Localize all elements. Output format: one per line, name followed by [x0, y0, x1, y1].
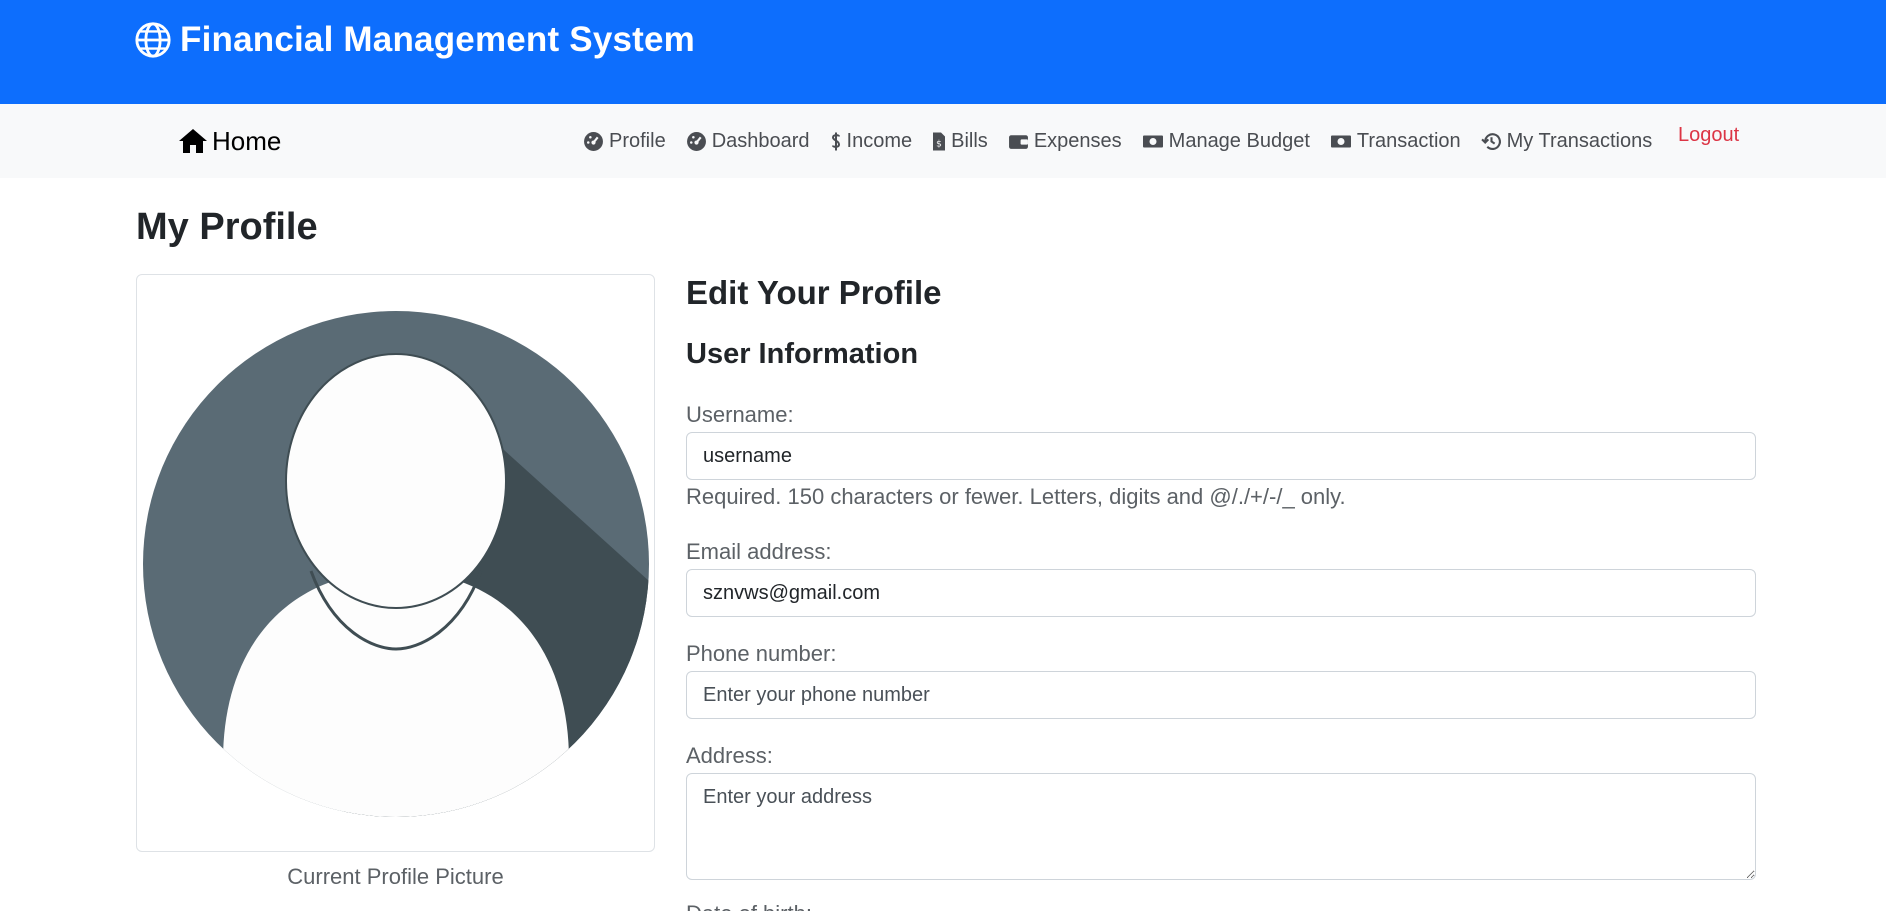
- address-textarea[interactable]: [686, 773, 1756, 880]
- nav-item-profile[interactable]: Profile: [583, 130, 666, 153]
- profile-avatar-image: [143, 311, 649, 817]
- receipt-icon: $: [933, 132, 946, 150]
- nav-item-label: My Transactions: [1506, 129, 1653, 152]
- phone-input[interactable]: [686, 671, 1756, 719]
- username-label: Username:: [686, 402, 794, 427]
- money-bill-icon: [1330, 135, 1351, 147]
- nav-item-label: Transaction: [1356, 129, 1461, 152]
- phone-label: Phone number:: [686, 641, 837, 666]
- email-input[interactable]: [686, 569, 1756, 617]
- brand[interactable]: Financial Management System: [134, 18, 695, 62]
- globe-icon: [135, 22, 171, 58]
- svg-text:$: $: [936, 139, 942, 149]
- nav-item-dashboard[interactable]: Dashboard: [686, 130, 810, 153]
- nav-item-label: Profile: [609, 129, 666, 152]
- nav-home-link[interactable]: Home: [178, 122, 281, 160]
- navbar: Home Profile Dashboard Income $ Bills Ex…: [0, 104, 1886, 178]
- profile-picture-card: [136, 274, 655, 852]
- history-icon: [1480, 132, 1501, 150]
- nav-item-income[interactable]: Income: [830, 129, 913, 153]
- nav-item-label: Dashboard: [711, 129, 810, 152]
- user-information-heading: User Information: [686, 338, 919, 370]
- address-label: Address:: [686, 743, 773, 768]
- nav-item-label: Manage Budget: [1168, 129, 1310, 152]
- username-input[interactable]: [686, 432, 1756, 480]
- dob-label: Date of birth:: [686, 901, 812, 911]
- nav-items: Profile Dashboard Income $ Bills Expense…: [583, 122, 1672, 160]
- nav-home-label: Home: [212, 125, 282, 156]
- wallet-icon: [1008, 134, 1028, 149]
- email-label: Email address:: [686, 539, 832, 564]
- nav-item-transaction[interactable]: Transaction: [1330, 130, 1461, 153]
- dollar-icon: [831, 132, 840, 150]
- edit-profile-title: Edit Your Profile: [686, 274, 942, 311]
- logout-link[interactable]: Logout: [1678, 124, 1739, 147]
- nav-item-my-transactions[interactable]: My Transactions: [1480, 129, 1653, 153]
- nav-item-label: Expenses: [1033, 129, 1122, 152]
- profile-picture-caption: Current Profile Picture: [287, 864, 504, 889]
- nav-item-manage-budget[interactable]: Manage Budget: [1142, 130, 1310, 153]
- nav-item-label: Income: [846, 129, 913, 152]
- nav-item-bills[interactable]: $ Bills: [932, 130, 988, 153]
- nav-item-label: Bills: [951, 129, 988, 152]
- gauge-icon: [686, 131, 706, 151]
- top-header: Financial Management System: [0, 0, 1886, 104]
- money-bill-icon: [1142, 135, 1163, 147]
- page-title: My Profile: [136, 206, 318, 248]
- house-icon: [179, 129, 207, 153]
- nav-item-expenses[interactable]: Expenses: [1008, 130, 1122, 153]
- brand-title: Financial Management System: [180, 20, 696, 59]
- username-help-text: Required. 150 characters or fewer. Lette…: [686, 484, 1346, 509]
- gauge-icon: [584, 131, 603, 151]
